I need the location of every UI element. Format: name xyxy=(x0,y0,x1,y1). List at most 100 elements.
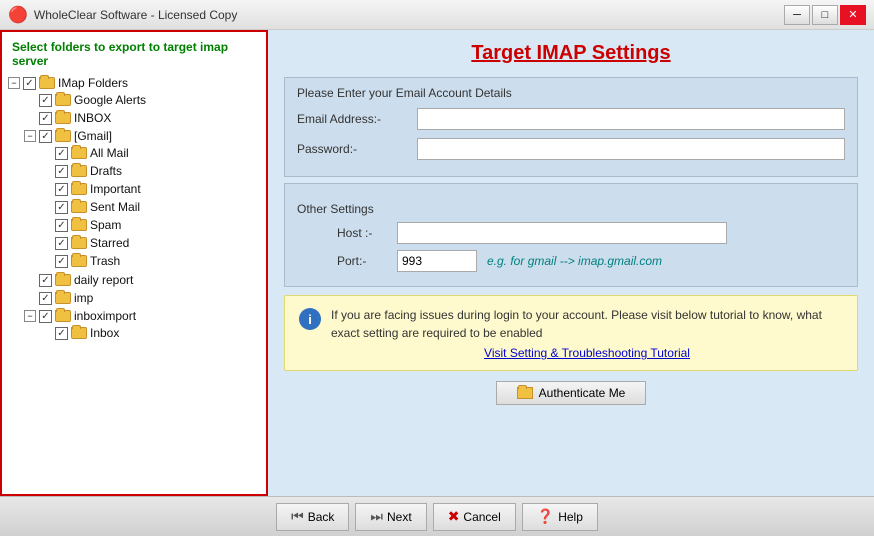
folder-icon xyxy=(55,112,71,124)
checkbox-dailyreport[interactable] xyxy=(39,274,52,287)
folder-tree: − IMap Folders Google Alerts xyxy=(6,74,262,344)
help-label: Help xyxy=(558,510,583,524)
tree-label-trash: Trash xyxy=(90,254,120,268)
folder-icon xyxy=(55,94,71,106)
cancel-label: Cancel xyxy=(463,510,500,524)
next-label: Next xyxy=(387,510,412,524)
folder-icon xyxy=(71,183,87,195)
tree-item-spam[interactable]: Spam xyxy=(38,217,262,233)
host-group: Host :- xyxy=(337,222,845,244)
other-settings-label: Other Settings xyxy=(297,202,845,216)
tree-item-gmail[interactable]: − [Gmail] xyxy=(22,128,262,144)
tree-label-imapfolders: IMap Folders xyxy=(58,76,128,90)
back-label: Back xyxy=(308,510,335,524)
checkbox-inbox-sub[interactable] xyxy=(55,327,68,340)
app-icon: 🔴 xyxy=(8,5,28,25)
tree-label-googlealerts: Google Alerts xyxy=(74,93,146,107)
checkbox-inboximport[interactable] xyxy=(39,310,52,323)
tree-label-drafts: Drafts xyxy=(90,164,122,178)
help-icon: ❓ xyxy=(537,508,554,525)
password-input[interactable] xyxy=(417,138,845,160)
auth-button-label: Authenticate Me xyxy=(539,386,626,400)
list-item: Trash xyxy=(38,252,262,270)
tree-label-gmail: [Gmail] xyxy=(74,129,112,143)
info-text: If you are facing issues during login to… xyxy=(331,308,822,340)
account-section-label: Please Enter your Email Account Details xyxy=(297,86,845,100)
tree-label-imp: imp xyxy=(74,291,93,305)
minimize-button[interactable]: ─ xyxy=(784,5,810,25)
tree-item-starred[interactable]: Starred xyxy=(38,235,262,251)
right-panel: Target IMAP Settings Please Enter your E… xyxy=(268,30,874,496)
tutorial-link[interactable]: Visit Setting & Troubleshooting Tutorial xyxy=(331,346,843,360)
host-input[interactable] xyxy=(397,222,727,244)
info-content: If you are facing issues during login to… xyxy=(331,306,843,360)
port-group: Port:- e.g. for gmail --> imap.gmail.com xyxy=(337,250,845,272)
port-input[interactable] xyxy=(397,250,477,272)
expander-icon[interactable]: − xyxy=(24,310,36,322)
tree-item-allmail[interactable]: All Mail xyxy=(38,145,262,161)
tree-label-inbox-sub: Inbox xyxy=(90,326,119,340)
maximize-button[interactable]: □ xyxy=(812,5,838,25)
main-content: Select folders to export to target imap … xyxy=(0,30,874,496)
list-item: Important xyxy=(38,180,262,198)
titlebar-left: 🔴 WholeClear Software - Licensed Copy xyxy=(8,5,237,25)
back-button[interactable]: ⏮ Back xyxy=(276,503,349,531)
back-icon: ⏮ xyxy=(291,508,304,525)
folder-icon xyxy=(55,292,71,304)
list-item: − inboximport Inbox xyxy=(22,307,262,343)
checkbox-imapfolders[interactable] xyxy=(23,77,36,90)
folder-icon xyxy=(55,310,71,322)
tree-item-inboximport[interactable]: − inboximport xyxy=(22,308,262,324)
port-hint: e.g. for gmail --> imap.gmail.com xyxy=(487,254,662,268)
folder-icon xyxy=(71,219,87,231)
checkbox-drafts[interactable] xyxy=(55,165,68,178)
tree-item-trash[interactable]: Trash xyxy=(38,253,262,269)
next-button[interactable]: ⏭ Next xyxy=(355,503,426,531)
list-item: Starred xyxy=(38,234,262,252)
list-item: imp xyxy=(22,289,262,307)
port-label: Port:- xyxy=(337,254,397,268)
checkbox-allmail[interactable] xyxy=(55,147,68,160)
list-item: daily report xyxy=(22,271,262,289)
folder-icon xyxy=(71,237,87,249)
tree-children: Google Alerts INBOX xyxy=(6,91,262,343)
tree-item-inbox[interactable]: INBOX xyxy=(22,110,262,126)
titlebar: 🔴 WholeClear Software - Licensed Copy ─ … xyxy=(0,0,874,30)
tree-item-important[interactable]: Important xyxy=(38,181,262,197)
password-label: Password:- xyxy=(297,142,417,156)
left-panel: Select folders to export to target imap … xyxy=(0,30,268,496)
checkbox-imp[interactable] xyxy=(39,292,52,305)
email-input[interactable] xyxy=(417,108,845,130)
expander-icon[interactable]: − xyxy=(8,77,20,89)
help-button[interactable]: ❓ Help xyxy=(522,503,598,531)
checkbox-inbox[interactable] xyxy=(39,112,52,125)
tree-label-dailyreport: daily report xyxy=(74,273,133,287)
checkbox-sentmail[interactable] xyxy=(55,201,68,214)
auth-btn-container: Authenticate Me xyxy=(284,381,858,405)
checkbox-googlealerts[interactable] xyxy=(39,94,52,107)
password-group: Password:- xyxy=(297,138,845,160)
tree-item-dailyreport[interactable]: daily report xyxy=(22,272,262,288)
tree-children-inboximport: Inbox xyxy=(22,324,262,342)
list-item: − IMap Folders Google Alerts xyxy=(6,74,262,344)
tree-item-imapfolders[interactable]: − IMap Folders xyxy=(6,75,262,91)
close-button[interactable]: ✕ xyxy=(840,5,866,25)
authenticate-button[interactable]: Authenticate Me xyxy=(496,381,647,405)
window-title: WholeClear Software - Licensed Copy xyxy=(34,8,237,22)
account-section: Please Enter your Email Account Details … xyxy=(284,77,858,177)
list-item: INBOX xyxy=(22,109,262,127)
checkbox-trash[interactable] xyxy=(55,255,68,268)
email-group: Email Address:- xyxy=(297,108,845,130)
expander-icon[interactable]: − xyxy=(24,130,36,142)
tree-item-sentmail[interactable]: Sent Mail xyxy=(38,199,262,215)
tree-item-inbox-sub[interactable]: Inbox xyxy=(38,325,262,341)
checkbox-starred[interactable] xyxy=(55,237,68,250)
list-item: Inbox xyxy=(38,324,262,342)
tree-item-googlealerts[interactable]: Google Alerts xyxy=(22,92,262,108)
tree-item-drafts[interactable]: Drafts xyxy=(38,163,262,179)
cancel-button[interactable]: ✖ Cancel xyxy=(433,503,516,531)
tree-item-imp[interactable]: imp xyxy=(22,290,262,306)
checkbox-spam[interactable] xyxy=(55,219,68,232)
checkbox-important[interactable] xyxy=(55,183,68,196)
checkbox-gmail[interactable] xyxy=(39,130,52,143)
